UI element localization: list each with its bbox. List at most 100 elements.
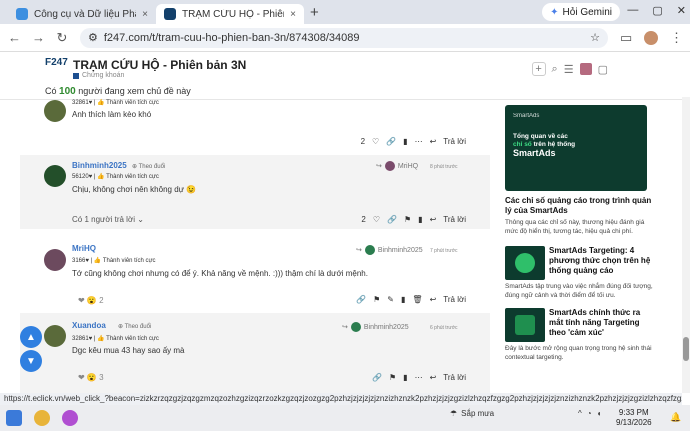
tab-tramcuuho[interactable]: TRẠM CỨU HỘ - Phiên bản 3N × [156,4,304,24]
flag-icon[interactable]: ⚑ [373,295,380,304]
reply-to-avatar [384,161,395,171]
ad-article-title[interactable]: Các chỉ số quảng cáo trong trình quản lý… [505,196,655,216]
reply-button[interactable]: Trả lời [443,137,466,146]
tab-label: TRẠM CỨU HỘ - Phiên bản 3N [182,8,284,20]
flag-icon[interactable]: ⚑ [389,373,396,382]
post-avatar[interactable] [44,165,66,187]
close-window-button[interactable]: ✕ [677,4,686,17]
bookmark-icon[interactable]: ▮ [418,215,422,224]
ad-article[interactable]: SmartAds chính thức ra mắt tính năng Tar… [505,308,655,342]
f247-logo[interactable]: F247 [45,58,69,68]
umbrella-icon: ☂ [450,409,458,418]
maximize-button[interactable]: ▢ [652,4,662,17]
post-author[interactable]: Xuandoa [72,321,106,330]
close-icon[interactable]: × [142,9,148,20]
reply-to-user[interactable]: ↪ MriHQ [376,161,418,171]
wifi-icon[interactable]: ◔ [587,409,592,418]
weather-widget[interactable]: ☂ Sắp mưa [450,409,494,418]
smartads-banner[interactable]: SmartAds Tổng quan về các chỉ số trên hệ … [505,105,647,191]
more-icon[interactable]: ⋯ [415,373,423,382]
user-avatar[interactable] [579,63,592,75]
scrollbar-thumb[interactable] [683,337,689,361]
ad-article-desc: SmartAds tập trung vào việc nhắm đúng đố… [505,283,653,299]
flag-icon[interactable]: ⚑ [404,215,411,224]
viewers-number: 100 [59,86,76,97]
star-icon[interactable]: ☆ [590,31,600,44]
category-square-icon [73,72,79,79]
scroll-up-button[interactable]: ▲ [20,326,42,348]
post-time: 6 phút trước [430,325,458,331]
heart-icon[interactable]: ♡ [372,137,379,146]
clock[interactable]: 9:33 PM 9/13/2026 [616,408,652,428]
post-avatar[interactable] [44,249,66,271]
post-author[interactable]: MriHQ [72,244,96,253]
forward-icon[interactable]: → [32,30,45,45]
link-icon[interactable]: 🔗 [386,137,396,146]
bookmark-icon[interactable]: ▮ [403,137,407,146]
back-icon[interactable]: ← [8,30,21,45]
post-avatar[interactable] [44,325,66,347]
category-badge[interactable]: Chứng khoán [73,72,246,79]
viewers-prefix: Có [45,86,57,96]
follow-link[interactable]: ⊕ Theo đuổi [118,323,151,330]
reply-to-user[interactable]: ↪ Binhminh2025 [342,322,409,332]
reply-icon: ↪ [356,247,362,254]
volume-icon[interactable]: ◖ [597,409,602,418]
menu-icon[interactable]: ⋮ [670,30,683,46]
reply-button[interactable]: Trả lời [443,373,466,382]
extensions-icon[interactable]: ▭ [620,30,632,46]
site-favicon-icon [16,8,28,20]
post-actions: 2 ♡ 🔗 ⚑ ▮ ↩ Trả lời [361,215,466,224]
new-tab-button[interactable]: + [310,4,319,21]
profile-avatar[interactable] [644,30,658,45]
post-avatar[interactable] [44,100,66,122]
topic-title[interactable]: TRẠM CỨU HỘ - Phiên bản 3N [73,58,246,72]
link-icon[interactable]: 🔗 [387,215,397,224]
more-icon[interactable]: ⋯ [415,137,423,146]
window-controls: — ▢ ✕ [627,4,686,17]
promo-brand-big: SmartAds [513,148,556,158]
ad-article[interactable]: SmartAds Targeting: 4 phương thức chọn t… [505,246,655,280]
chat-icon[interactable]: ▢ [598,63,608,76]
address-bar[interactable]: ⚙ f247.com/t/tram-cuu-ho-phien-ban-3n/874… [80,27,608,48]
reload-icon[interactable]: ↻ [56,30,68,46]
tray-chevron-icon[interactable]: ^ [578,409,582,418]
reply-button[interactable]: Trả lời [443,215,466,224]
heart-icon[interactable]: ♡ [373,215,380,224]
post-badge-meta: 32861♥ | 👍 Thành viên tích cực [72,100,159,106]
bookmark-icon[interactable]: ▮ [401,295,405,304]
bookmark-icon[interactable]: ▮ [403,373,407,382]
notification-bell-icon[interactable]: 🔔 [670,412,681,423]
windows-start-icon[interactable] [6,410,22,426]
new-topic-plus-icon[interactable]: + [531,62,546,76]
follow-link[interactable]: ⊕ Theo đuổi [132,163,165,170]
chrome-icon[interactable] [34,410,50,426]
system-tray: ^ ◔ ◖ [578,409,601,418]
ask-gemini-button[interactable]: ✦ Hỏi Gemini [542,3,620,21]
link-icon[interactable]: 🔗 [356,295,366,304]
reply-to-user[interactable]: ↪ Binhminh2025 [356,245,423,255]
app-drop-icon[interactable] [62,410,78,426]
ad-article-desc: Đây là bước mở rộng quan trọng trong hệ … [505,345,652,361]
close-icon[interactable]: × [290,9,296,20]
search-icon[interactable]: ⌕ [552,63,558,76]
trash-icon[interactable]: 🗑 [412,295,422,304]
edit-icon[interactable]: ✎ [387,295,394,304]
gemini-label: Hỏi Gemini [562,6,612,18]
reactions[interactable]: ❤ 😮 2 [78,296,104,305]
hamburger-icon[interactable]: ☰ [564,63,574,76]
post-author[interactable]: Binhminh2025 [72,161,127,170]
tab-congcu[interactable]: Công cụ và Dữ liệu Phân tích kỹ × [8,4,156,24]
minimize-button[interactable]: — [627,4,638,17]
reply-button[interactable]: Trả lời [443,295,466,304]
scroll-down-button[interactable]: ▼ [20,350,42,372]
post-actions: 2 ♡ 🔗 ▮ ⋯ ↩ Trả lời [361,137,466,146]
promo-brand: SmartAds [513,113,540,119]
reactions[interactable]: ❤ 😮 3 [78,373,104,382]
site-info-icon[interactable]: ⚙ [88,31,98,44]
show-replies-button[interactable]: Có 1 người trả lời ⌄ [72,215,144,224]
reply-icon: ↪ [376,163,382,170]
page-scrollbar[interactable] [682,97,690,393]
link-status-bar: https://t.eclick.vn/web_click_?beacon=zi… [0,393,682,405]
link-icon[interactable]: 🔗 [372,373,382,382]
